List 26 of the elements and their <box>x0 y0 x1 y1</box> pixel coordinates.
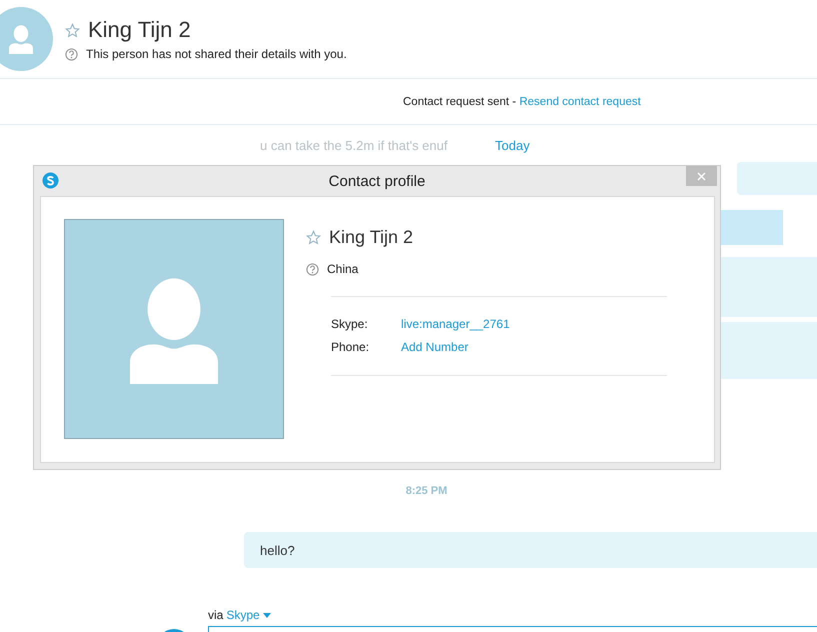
person-icon <box>6 24 36 54</box>
caret-icon[interactable] <box>262 612 271 618</box>
help-icon <box>65 48 78 60</box>
help-icon <box>306 262 319 276</box>
contact-status: This person has not shared their details with you. <box>86 47 347 61</box>
star-icon[interactable] <box>306 230 321 245</box>
contact-name: King Tijn 2 <box>88 17 191 43</box>
message-bubble: hello? <box>244 532 817 568</box>
resend-link[interactable]: Resend contact request <box>519 96 641 108</box>
profile-name: King Tijn 2 <box>329 227 414 248</box>
field-label: Skype: <box>331 317 369 331</box>
dialog-title: Contact profile <box>328 172 426 190</box>
field-link[interactable]: live:manager__2761 <box>401 317 668 331</box>
field-label: Phone: <box>331 340 370 354</box>
logo-icon <box>42 172 59 189</box>
close-icon[interactable] <box>697 172 706 180</box>
day-label: Today <box>495 138 530 153</box>
star-icon[interactable] <box>65 22 80 38</box>
message-text: u can take the 5.2m if that's enuf <box>260 138 448 153</box>
message-time: 8:25 PM <box>406 485 448 497</box>
close-button[interactable] <box>686 166 717 186</box>
field-link[interactable]: Add Number <box>401 340 668 354</box>
via-label: via <box>208 608 224 622</box>
request-status: Contact request sent - <box>403 96 518 108</box>
profile-location: China <box>327 262 358 276</box>
network-selector[interactable]: Skype <box>226 608 260 622</box>
